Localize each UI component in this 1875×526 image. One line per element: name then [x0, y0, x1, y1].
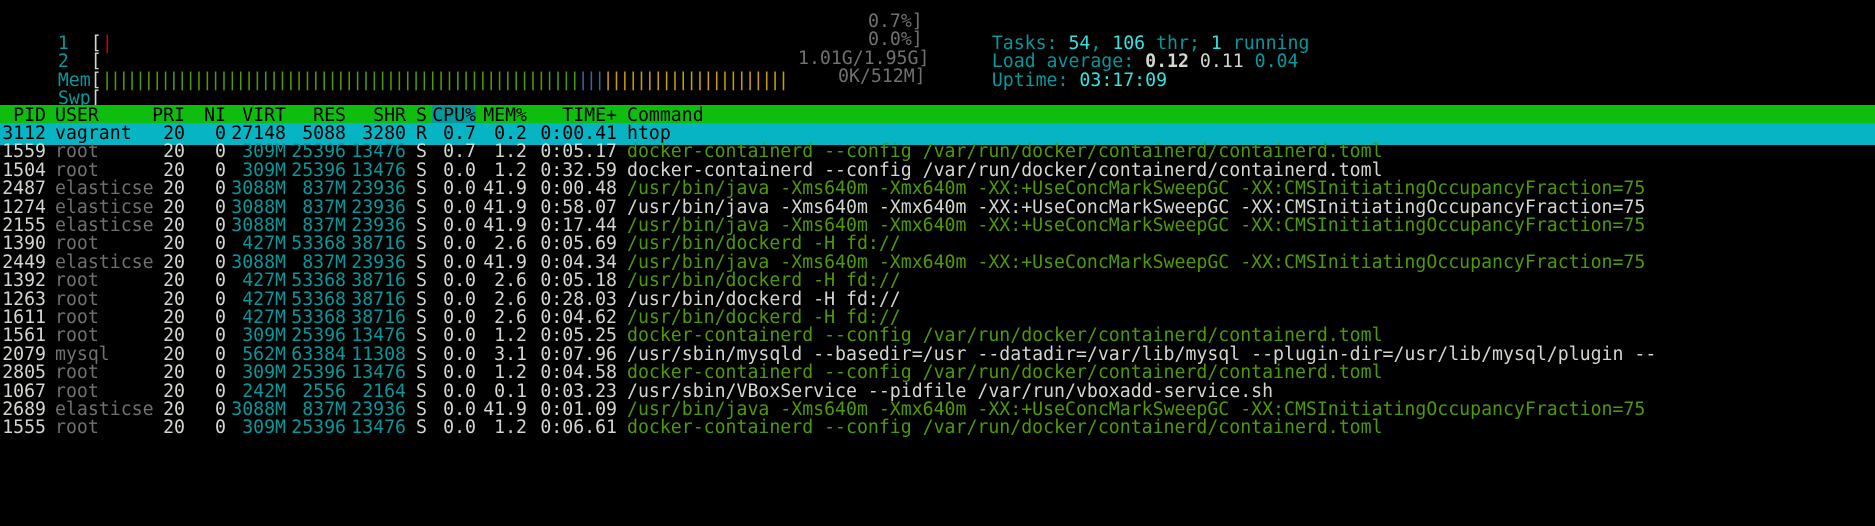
- cell-pri: 20: [163, 417, 185, 439]
- cell-virt: 309M: [242, 417, 286, 439]
- cell-pid: 1555: [2, 417, 46, 439]
- load-15: 0.04: [1254, 51, 1299, 72]
- htop-terminal: 1 [| 0.7%] 2[ 0.0%] Mem[|||||||||||||||||…: [0, 0, 1875, 526]
- mem-bar-buffers: |||: [577, 70, 606, 91]
- uptime-value: 03:17:09: [1079, 70, 1168, 91]
- cell-res: 25396: [291, 417, 346, 439]
- mem-bar-used: ||||||||||||||||||||||||||||||||||||||||…: [101, 70, 581, 91]
- cell-mem: 1.2: [494, 417, 527, 439]
- cell-shr: 13476: [351, 417, 406, 439]
- cell-time: 0:06.61: [540, 417, 617, 439]
- load-5: 0.11: [1199, 51, 1244, 72]
- cell-s: S: [416, 417, 427, 439]
- mem-meter: Mem[||||||||||||||||||||||||||||||||||||…: [14, 48, 789, 91]
- swp-value: 0K/512M]: [838, 66, 926, 87]
- table-row[interactable]: 1555 root 20 0 309M 25396 13476 S 0.0 1.2 0:06.61 d…: [0, 417, 1875, 439]
- cell-user: root: [55, 417, 99, 439]
- uptime: Uptime: 03:17:09: [948, 48, 1167, 91]
- cell-command: docker-containerd --config /var/run/dock…: [627, 417, 1383, 439]
- uptime-label: Uptime:: [991, 70, 1080, 91]
- mem-bar-cache: ||||||||||||||||||||||: [602, 70, 789, 91]
- cell-cpu: 0.0: [443, 417, 476, 439]
- cell-ni: 0: [215, 417, 226, 439]
- swp-meter: Swp[: [14, 66, 102, 109]
